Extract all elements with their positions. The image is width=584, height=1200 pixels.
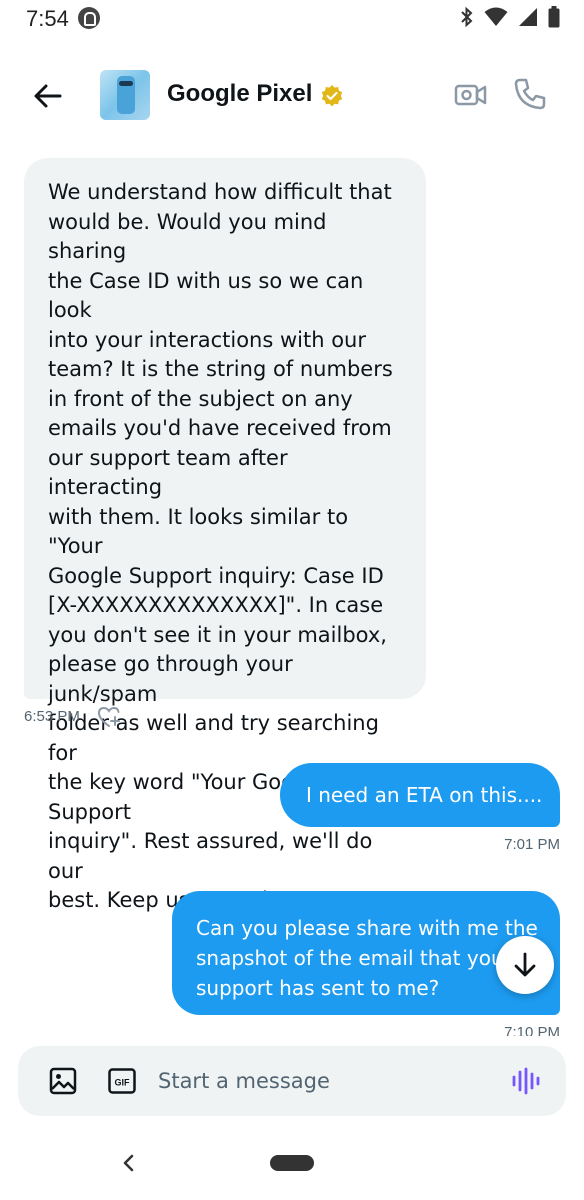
message-timestamp: 6:53 PM	[24, 708, 80, 725]
message-line: We understand how difficult that	[48, 180, 392, 204]
message-line: with them. It looks similar to "Your	[48, 504, 349, 559]
message-line: Google Support inquiry: Case ID	[48, 563, 384, 588]
message-line: snapshot of the email that your	[196, 946, 512, 970]
arrow-down-icon	[514, 952, 536, 977]
message-line: would be. Would you mind sharing	[48, 209, 327, 264]
notification-app-icon	[78, 7, 100, 29]
system-home-pill[interactable]	[270, 1155, 314, 1171]
gif-label: GIF	[115, 1078, 131, 1088]
message-line: our support team after interacting	[48, 445, 288, 500]
message-line: you don't see it in your mailbox,	[48, 622, 387, 647]
system-back-button[interactable]	[118, 1152, 140, 1174]
avatar[interactable]	[100, 70, 150, 120]
message-line: inquiry". Rest assured, we'll do our	[48, 829, 373, 883]
voice-wave-icon	[512, 1067, 540, 1095]
video-camera-icon	[454, 84, 487, 106]
status-time: 7:54	[26, 6, 69, 31]
message-line: emails you'd have received from	[48, 416, 392, 440]
message-line: the Case ID with us so we can look	[48, 268, 364, 323]
verified-badge-icon	[321, 85, 343, 107]
nav-back-icon	[123, 1154, 134, 1172]
incoming-message-bubble[interactable]: We understand how difficult that would b…	[24, 158, 426, 912]
message-line: Can you please share with me the	[196, 916, 538, 940]
message-input[interactable]	[158, 1066, 478, 1096]
back-button[interactable]	[30, 78, 66, 114]
message-line: in front of the subject on any	[48, 386, 353, 411]
scroll-to-bottom-button[interactable]	[496, 936, 554, 994]
add-reaction-button[interactable]	[97, 706, 121, 728]
bluetooth-icon	[461, 6, 473, 28]
gif-icon: GIF	[108, 1068, 136, 1094]
message-timestamp: 7:01 PM	[504, 836, 560, 853]
message-line: support has sent to me?	[196, 976, 440, 1000]
status-icons	[460, 6, 560, 28]
add-image-button[interactable]	[48, 1066, 78, 1096]
back-arrow-icon	[34, 84, 62, 108]
signal-icon	[519, 8, 537, 26]
message-line: into your interactions with our	[48, 327, 367, 352]
outgoing-message-bubble[interactable]: I need an ETA on this....	[280, 763, 560, 827]
image-icon	[49, 1067, 77, 1095]
voice-message-button[interactable]	[510, 1066, 542, 1096]
message-line: team? It is the string of numbers	[48, 357, 393, 381]
battery-icon	[548, 6, 560, 28]
message-line: [X-XXXXXXXXXXXXXX]". In case	[48, 593, 384, 617]
message-line: please go through your junk/spam	[48, 652, 293, 706]
conversation-title[interactable]: Google Pixel	[167, 80, 312, 108]
message-text: I need an ETA on this....	[306, 783, 543, 807]
video-call-button[interactable]	[454, 78, 488, 112]
voice-call-button[interactable]	[512, 76, 548, 112]
message-timestamp: 7:10 PM	[504, 1024, 560, 1036]
phone-icon	[514, 78, 546, 110]
heart-plus-icon	[97, 706, 120, 727]
wifi-icon	[484, 7, 508, 26]
add-gif-button[interactable]: GIF	[108, 1068, 136, 1094]
